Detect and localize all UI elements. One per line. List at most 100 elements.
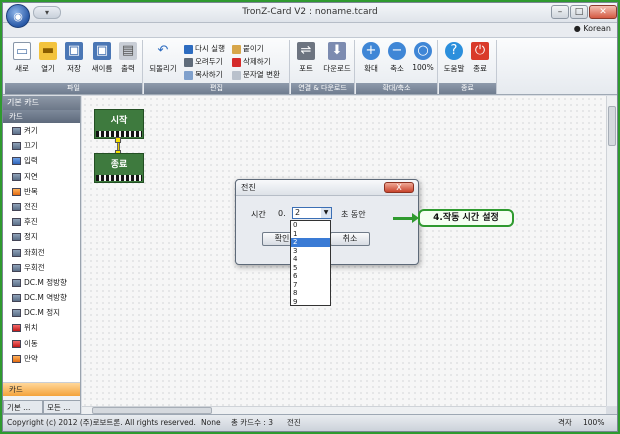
new-button[interactable]: ▭ 새로 [9,42,35,74]
card-label: DC.M 역방향 [24,293,67,303]
redo-button[interactable]: 다시 실행 [184,43,225,54]
dropdown-option[interactable]: 1 [291,230,330,239]
end-block[interactable]: 종료 [94,153,144,183]
dropdown-option[interactable]: 7 [291,281,330,290]
dropdown-option[interactable]: 4 [291,255,330,264]
status-grid[interactable]: 격자 [558,415,572,431]
zoom-reset-icon: ○ [414,42,432,60]
paste-label: 붙이기 [243,44,264,53]
callout-arrow-icon [393,213,419,223]
redo-label: 다시 실행 [195,44,225,53]
exit-button[interactable]: ⏻ 종료 [467,42,493,74]
time-select-value: 2 [295,208,301,217]
card-icon [12,187,21,196]
zoom-in-icon: + [362,42,380,60]
card-item-position[interactable]: 위치 [3,320,80,335]
cut-button[interactable]: 오려두기 [184,56,223,67]
card-item-delay[interactable]: 지연 [3,169,80,184]
card-footer-header[interactable]: 카드 [3,383,80,396]
card-label: 반복 [24,186,38,196]
card-item-right-turn[interactable]: 우회전 [3,260,80,275]
new-file-icon: ▭ [13,42,31,60]
start-block[interactable]: 시작 [94,109,144,139]
paste-button[interactable]: 붙이기 [232,43,264,54]
zoom-out-button[interactable]: − 축소 [384,42,410,74]
maximize-button[interactable]: □ [570,5,588,19]
app-menu-button[interactable]: ◉ [6,4,30,28]
card-item-move[interactable]: 이동 [3,336,80,351]
delete-button[interactable]: 삭제하기 [232,56,271,67]
save-button[interactable]: ▣ 저장 [61,42,87,74]
quick-access-toolbar[interactable]: ▾ [33,6,61,19]
tab-all[interactable]: 모든 ... [43,400,81,414]
convert-icon [232,70,241,80]
group-label-end: 종료 [439,83,496,94]
dropdown-option[interactable]: 5 [291,264,330,273]
card-item-repeat[interactable]: 반복 [3,184,80,199]
download-icon: ⬇ [328,42,346,60]
horizontal-scroll-thumb[interactable] [92,407,212,414]
undo-icon: ↶ [157,43,169,58]
card-item-stop[interactable]: 정지 [3,229,80,244]
convert-string-button[interactable]: 문자열 변환 [232,69,280,80]
card-label: 정지 [24,232,38,242]
card-category-header[interactable]: 카드 [3,110,80,123]
ribbon-group-edit: ↶ 되돌리기 다시 실행 오려두기 복사하기 붙이기 삭제하기 문자열 변환 편집 [144,40,290,94]
chevron-down-icon: ▼ [321,208,331,218]
save-as-button[interactable]: ▣ 새이름 [89,42,115,74]
card-item-off[interactable]: 끄기 [3,138,80,153]
open-label: 열기 [41,64,55,73]
horizontal-scrollbar[interactable] [82,406,606,414]
card-item-input[interactable]: 입력 [3,153,80,168]
app-logo-icon: ◉ [13,9,23,23]
link-handle-top[interactable] [115,137,121,143]
card-icon [12,233,21,242]
minimize-button[interactable]: – [551,5,569,19]
time-suffix: 초 동안 [341,210,366,219]
dropdown-option[interactable]: 6 [291,272,330,281]
zoom-100-button[interactable]: ○ 100% [410,42,436,72]
card-item-if[interactable]: 만약 [3,351,80,366]
vertical-scroll-thumb[interactable] [608,106,616,146]
card-item-backward[interactable]: 후진 [3,214,80,229]
download-button[interactable]: ⬇ 다운로드 [321,42,353,74]
ribbon-group-zoom: + 확대 − 축소 ○ 100% 확대/축소 [356,40,438,94]
help-button[interactable]: ? 도움말 [441,42,467,74]
language-selector[interactable]: ● Korean [574,24,611,33]
dropdown-option-selected[interactable]: 2 [291,238,330,247]
card-item-dcm-stop[interactable]: DC.M 정지 [3,305,80,320]
card-item-left-turn[interactable]: 좌회전 [3,245,80,260]
dialog-close-button[interactable]: X [384,182,414,193]
tab-basic[interactable]: 기본 ... [3,400,43,414]
card-icon [12,278,21,287]
card-item-forward[interactable]: 전진 [3,199,80,214]
cancel-button[interactable]: 취소 [330,232,370,246]
card-label: 후진 [24,217,38,227]
card-icon [12,324,21,333]
print-label: 출력 [121,64,135,73]
card-label: 켜기 [24,126,38,135]
ribbon-group-end: ? 도움말 ⏻ 종료 종료 [439,40,497,94]
card-item-on[interactable]: 켜기 [3,123,80,138]
card-item-dcm-forward[interactable]: DC.M 정방향 [3,275,80,290]
dropdown-option[interactable]: 0 [291,221,330,230]
card-icon [12,142,21,151]
undo-button[interactable]: ↶ 되돌리기 [148,42,178,74]
dropdown-option[interactable]: 9 [291,298,330,307]
close-button[interactable]: ✕ [589,5,617,19]
card-item-dcm-reverse[interactable]: DC.M 역방향 [3,290,80,305]
vertical-scrollbar[interactable] [606,96,617,406]
port-button[interactable]: ⇌ 포트 [293,42,319,74]
dropdown-option[interactable]: 8 [291,289,330,298]
time-select[interactable]: 2 ▼ [292,207,332,219]
dropdown-option[interactable]: 3 [291,247,330,256]
card-icon [12,248,21,257]
ribbon-group-connect: ⇌ 포트 ⬇ 다운로드 연결 & 다운로드 [291,40,355,94]
power-icon: ⏻ [471,42,489,60]
card-icon [12,157,21,166]
copy-button[interactable]: 복사하기 [184,69,223,80]
card-panel-header: 기본 카드 [3,96,80,110]
print-button[interactable]: ▤ 출력 [115,42,141,74]
zoom-in-button[interactable]: + 확대 [358,42,384,74]
open-button[interactable]: ▬ 열기 [35,42,61,74]
